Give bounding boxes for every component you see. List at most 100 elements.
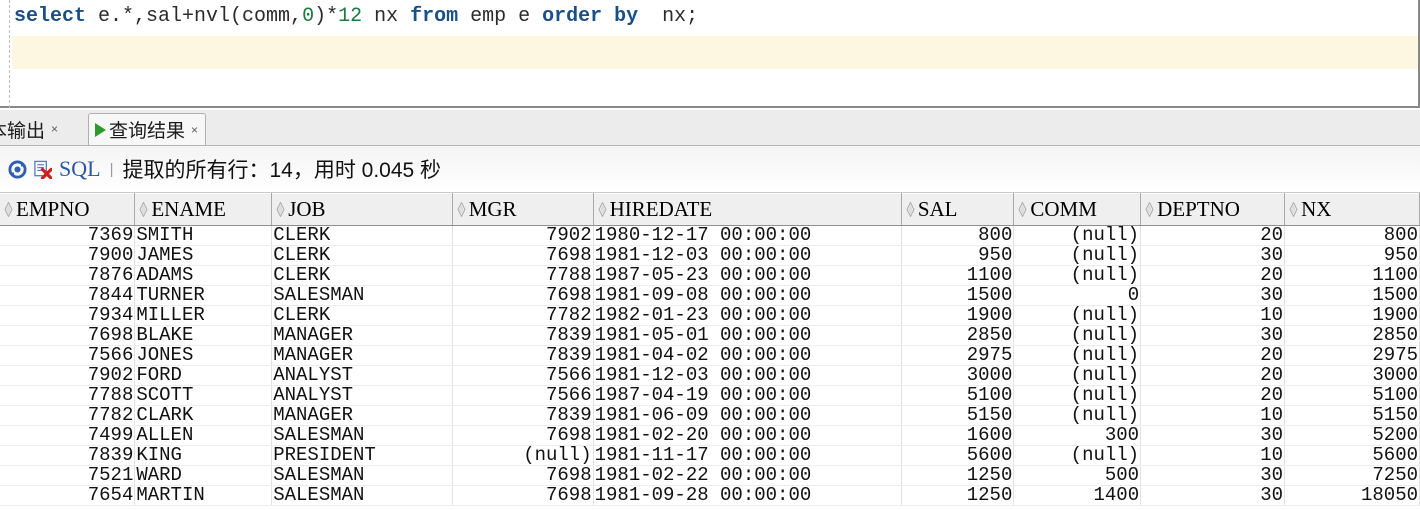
cell-job[interactable]: CLERK — [271, 225, 453, 246]
cell-job[interactable]: CLERK — [271, 305, 453, 326]
cell-job[interactable]: ANALYST — [271, 365, 453, 386]
cell-sal[interactable]: 1250 — [901, 465, 1015, 486]
cell-comm[interactable]: 500 — [1013, 465, 1142, 486]
cell-job[interactable]: MANAGER — [271, 345, 453, 366]
cell-hiredate[interactable]: 1981-06-09 00:00:00 — [593, 405, 902, 426]
cell-deptno[interactable]: 30 — [1140, 285, 1286, 306]
cell-ename[interactable]: CLARK — [134, 405, 273, 426]
cell-comm[interactable]: (null) — [1013, 305, 1142, 326]
cell-job[interactable]: PRESIDENT — [271, 445, 453, 466]
cell-hiredate[interactable]: 1981-12-03 00:00:00 — [593, 365, 902, 386]
cell-empno[interactable]: 7369 — [0, 225, 136, 246]
cell-sal[interactable]: 1100 — [901, 265, 1015, 286]
cell-ename[interactable]: MILLER — [134, 305, 273, 326]
cell-empno[interactable]: 7900 — [0, 245, 136, 266]
cell-job[interactable]: MANAGER — [271, 405, 453, 426]
cell-comm[interactable]: 0 — [1013, 285, 1142, 306]
cell-nx[interactable]: 3000 — [1284, 365, 1420, 386]
cell-ename[interactable]: SMITH — [134, 225, 273, 246]
cell-sal[interactable]: 5600 — [901, 445, 1015, 466]
cell-mgr[interactable]: 7839 — [452, 345, 594, 366]
cell-deptno[interactable]: 20 — [1140, 385, 1286, 406]
cell-sal[interactable]: 2850 — [901, 325, 1015, 346]
cell-mgr[interactable]: 7566 — [452, 385, 594, 406]
column-header-job[interactable]: JOB — [271, 193, 453, 226]
cell-mgr[interactable]: 7839 — [452, 325, 594, 346]
sql-query-text[interactable]: select e.*,sal+nvl(comm,0)*12 nx from em… — [14, 2, 698, 32]
cell-nx[interactable]: 1100 — [1284, 265, 1420, 286]
cell-empno[interactable]: 7521 — [0, 465, 136, 486]
cell-nx[interactable]: 7250 — [1284, 465, 1420, 486]
cell-sal[interactable]: 5100 — [901, 385, 1015, 406]
cell-comm[interactable]: (null) — [1013, 405, 1142, 426]
cell-job[interactable]: CLERK — [271, 245, 453, 266]
cell-mgr[interactable]: (null) — [452, 445, 594, 466]
cell-nx[interactable]: 18050 — [1284, 485, 1420, 506]
cell-comm[interactable]: (null) — [1013, 245, 1142, 266]
cell-comm[interactable]: (null) — [1013, 265, 1142, 286]
cell-ename[interactable]: ALLEN — [134, 425, 273, 446]
cell-hiredate[interactable]: 1981-05-01 00:00:00 — [593, 325, 902, 346]
cell-comm[interactable]: 1400 — [1013, 485, 1142, 506]
cell-hiredate[interactable]: 1981-04-02 00:00:00 — [593, 345, 902, 366]
column-header-ename[interactable]: ENAME — [134, 193, 273, 226]
cell-empno[interactable]: 7934 — [0, 305, 136, 326]
cell-comm[interactable]: (null) — [1013, 325, 1142, 346]
table-row[interactable]: 7566 JONES MANAGER 7839 1981-04-02 00:00:00 2… — [0, 345, 1420, 366]
column-header-deptno[interactable]: DEPTNO — [1140, 193, 1286, 226]
sort-diamond-icon[interactable] — [1018, 202, 1027, 217]
cell-sal[interactable]: 800 — [901, 225, 1015, 246]
cell-empno[interactable]: 7788 — [0, 385, 136, 406]
cell-sal[interactable]: 1500 — [901, 285, 1015, 306]
cell-hiredate[interactable]: 1982-01-23 00:00:00 — [593, 305, 902, 326]
cell-nx[interactable]: 5600 — [1284, 445, 1420, 466]
sort-diamond-icon[interactable] — [906, 202, 915, 217]
cell-nx[interactable]: 5200 — [1284, 425, 1420, 446]
cell-sal[interactable]: 950 — [901, 245, 1015, 266]
tab-query-result-close-icon[interactable]: × — [191, 124, 198, 136]
table-row[interactable]: 7876 ADAMS CLERK 7788 1987-05-23 00:00:00 110… — [0, 265, 1420, 286]
cell-deptno[interactable]: 20 — [1140, 225, 1286, 246]
cell-mgr[interactable]: 7782 — [452, 305, 594, 326]
table-row[interactable]: 7788 SCOTT ANALYST 7566 1987-04-19 00:00:00 5… — [0, 385, 1420, 406]
cell-ename[interactable]: SCOTT — [134, 385, 273, 406]
sort-diamond-icon[interactable] — [276, 202, 285, 217]
cell-empno[interactable]: 7844 — [0, 285, 136, 306]
cell-hiredate[interactable]: 1981-02-22 00:00:00 — [593, 465, 902, 486]
cell-empno[interactable]: 7654 — [0, 485, 136, 506]
table-row[interactable]: 7782 CLARK MANAGER 7839 1981-06-09 00:00:00 5… — [0, 405, 1420, 426]
cell-ename[interactable]: JAMES — [134, 245, 273, 266]
cell-comm[interactable]: (null) — [1013, 385, 1142, 406]
cell-nx[interactable]: 1500 — [1284, 285, 1420, 306]
cell-hiredate[interactable]: 1981-02-20 00:00:00 — [593, 425, 902, 446]
tab-query-result[interactable]: 查询结果 × — [88, 113, 207, 145]
cell-sal[interactable]: 1900 — [901, 305, 1015, 326]
cell-mgr[interactable]: 7839 — [452, 405, 594, 426]
cell-mgr[interactable]: 7698 — [452, 285, 594, 306]
table-row[interactable]: 7521 WARD SALESMAN 7698 1981-02-22 00:00:00 1… — [0, 465, 1420, 486]
cell-job[interactable]: SALESMAN — [271, 485, 453, 506]
cell-nx[interactable]: 5100 — [1284, 385, 1420, 406]
cell-mgr[interactable]: 7698 — [452, 245, 594, 266]
cell-sal[interactable]: 3000 — [901, 365, 1015, 386]
cell-empno[interactable]: 7698 — [0, 325, 136, 346]
sort-diamond-icon[interactable] — [1289, 202, 1298, 217]
cell-deptno[interactable]: 20 — [1140, 365, 1286, 386]
refresh-icon[interactable] — [8, 159, 27, 179]
cell-deptno[interactable]: 10 — [1140, 305, 1286, 326]
cell-hiredate[interactable]: 1987-04-19 00:00:00 — [593, 385, 902, 406]
table-row[interactable]: 7934 MILLER CLERK 7782 1982-01-23 00:00:00 19… — [0, 305, 1420, 326]
sort-diamond-icon[interactable] — [598, 202, 607, 217]
cell-mgr[interactable]: 7566 — [452, 365, 594, 386]
sort-diamond-icon[interactable] — [4, 202, 13, 217]
table-row[interactable]: 7844 TURNER SALESMAN 7698 1981-09-08 00:00:0… — [0, 285, 1420, 306]
cell-empno[interactable]: 7876 — [0, 265, 136, 286]
cell-deptno[interactable]: 30 — [1140, 465, 1286, 486]
cell-ename[interactable]: MARTIN — [134, 485, 273, 506]
cell-deptno[interactable]: 30 — [1140, 245, 1286, 266]
cell-job[interactable]: ANALYST — [271, 385, 453, 406]
column-header-hiredate[interactable]: HIREDATE — [593, 193, 902, 226]
cell-mgr[interactable]: 7788 — [452, 265, 594, 286]
cell-empno[interactable]: 7499 — [0, 425, 136, 446]
cell-sal[interactable]: 5150 — [901, 405, 1015, 426]
